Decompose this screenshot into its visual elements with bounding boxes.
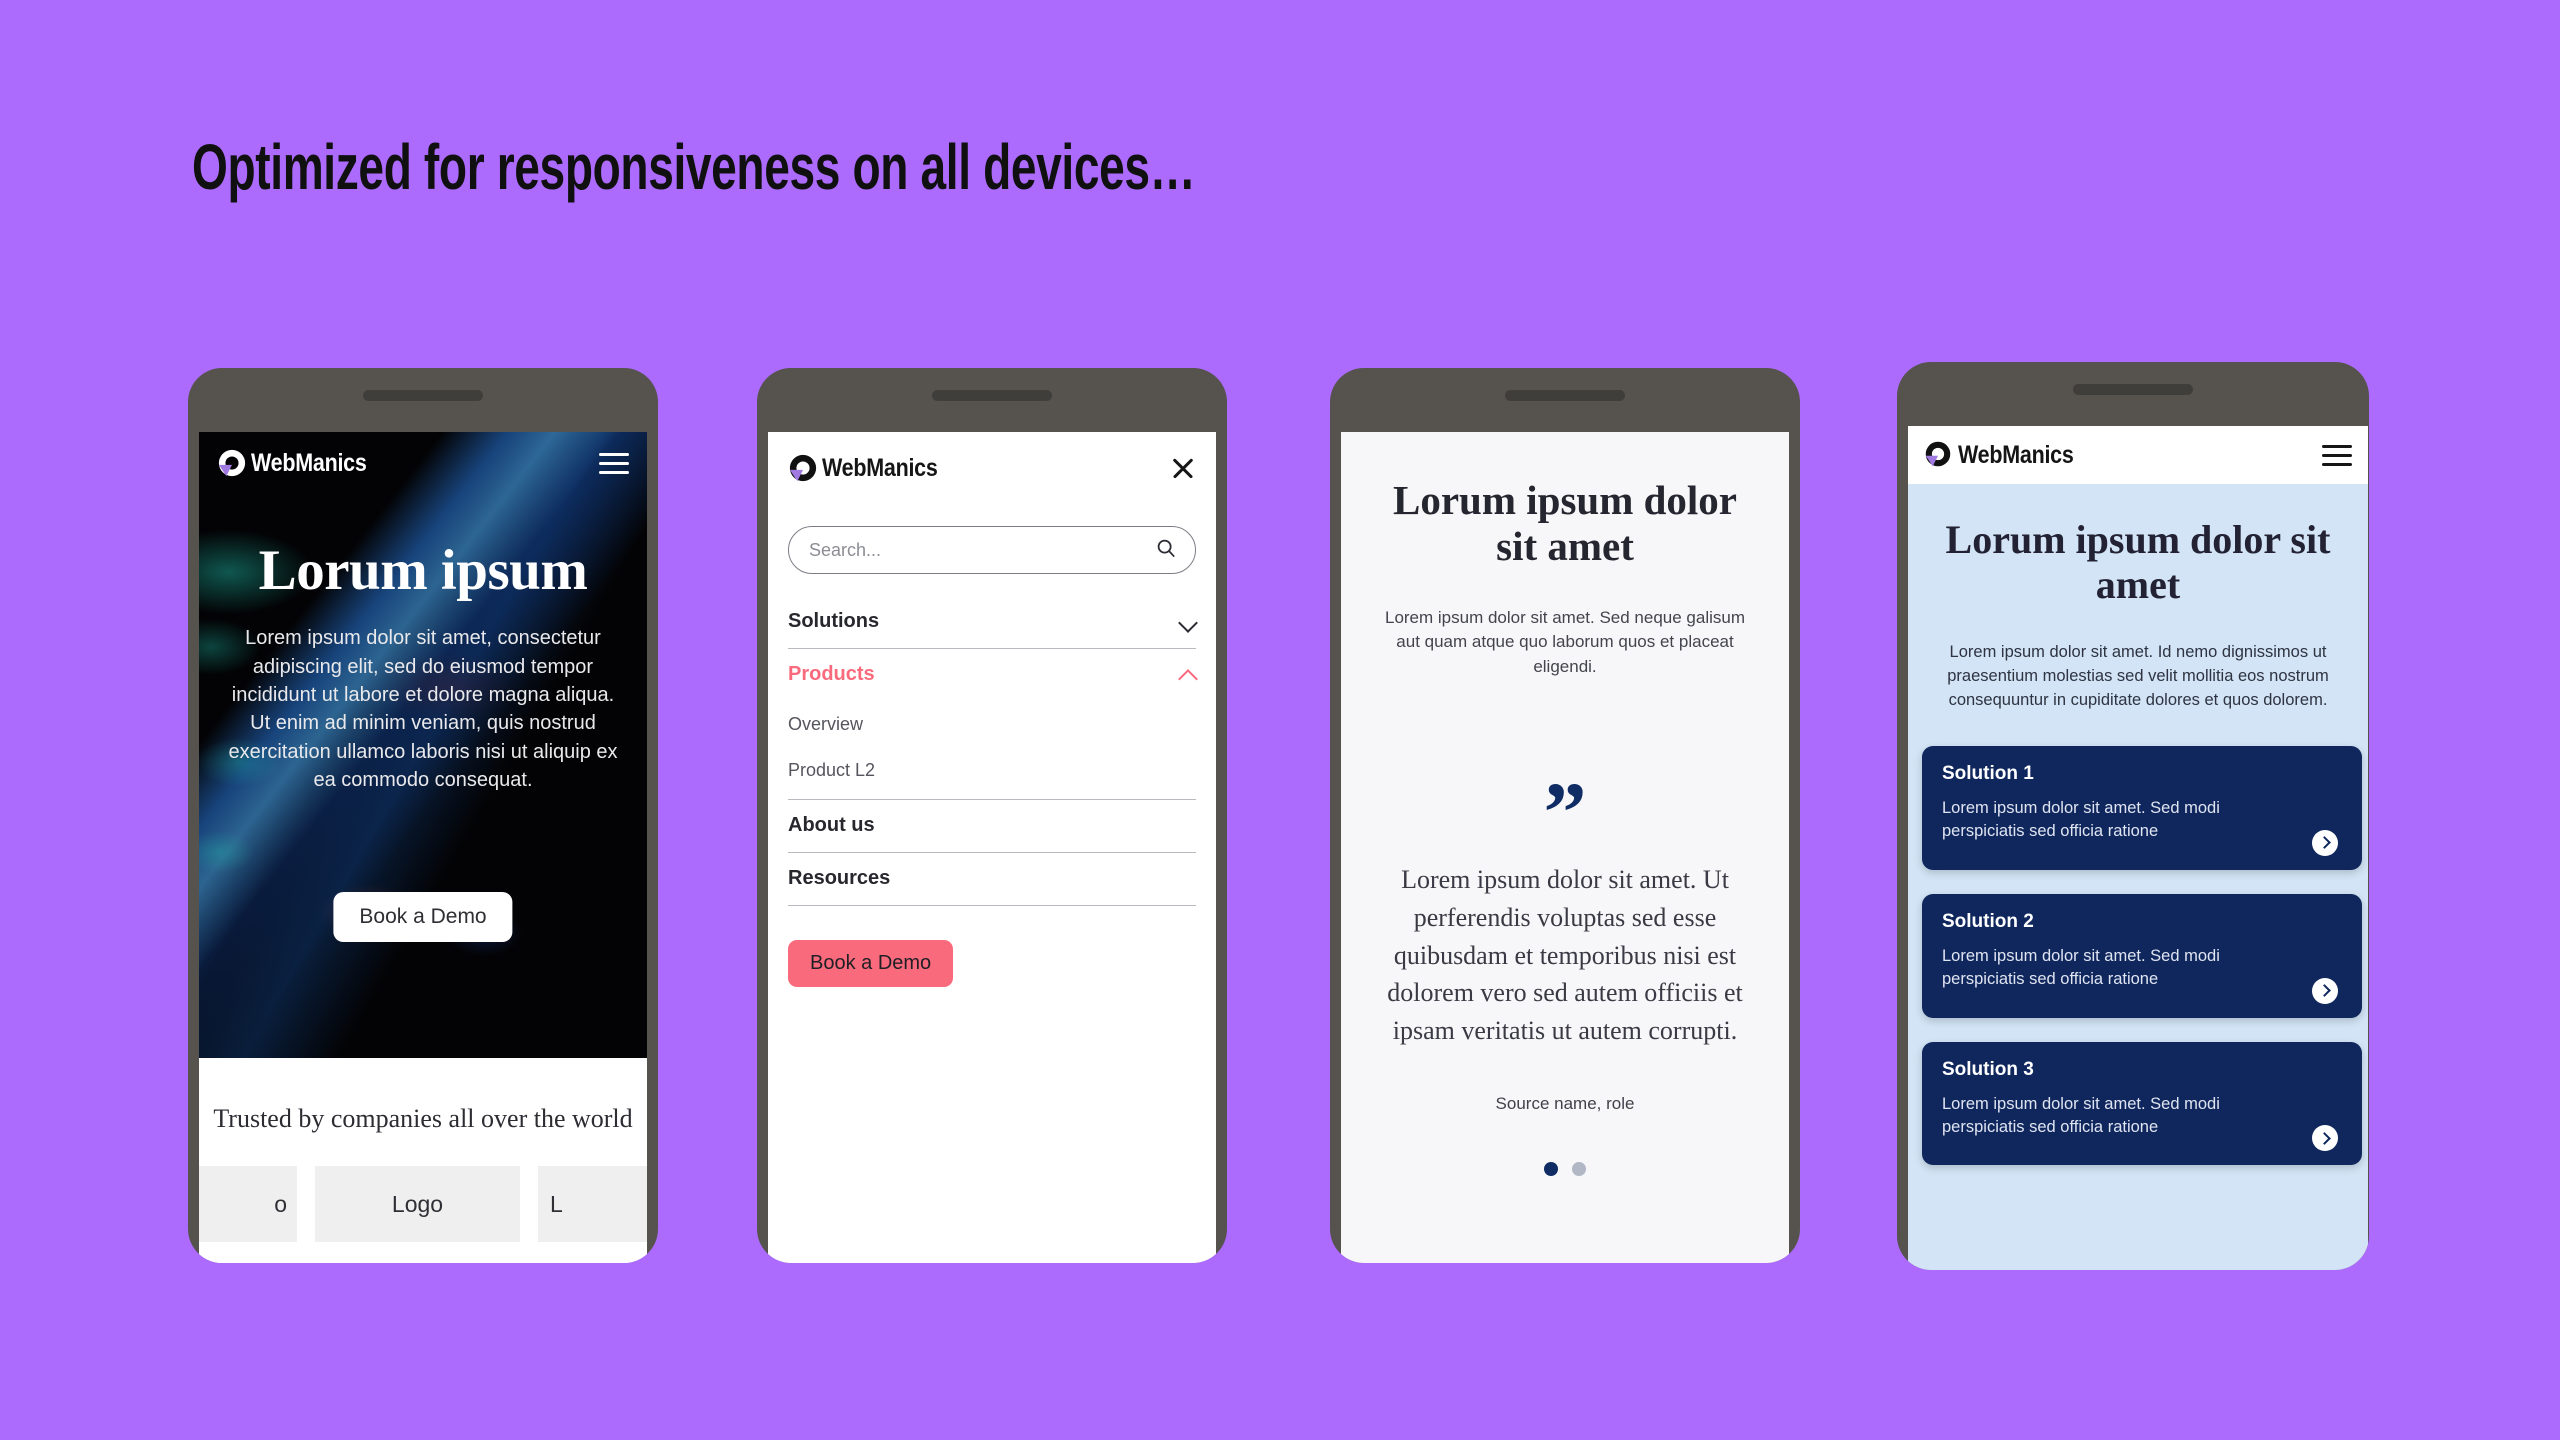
client-logo-chip: L xyxy=(538,1166,647,1242)
solution-card[interactable]: Solution 1 Lorem ipsum dolor sit amet. S… xyxy=(1922,745,2362,870)
carousel-dot[interactable] xyxy=(1572,1161,1586,1176)
solutions-heading: Lorum ipsum dolor sit amet xyxy=(1945,517,2331,607)
ring-arrow-logo-icon xyxy=(1924,440,1954,470)
phone-speaker-notch xyxy=(1505,390,1625,401)
phone-mockup-testimonial: Lorum ipsum dolor sit amet Lorem ipsum d… xyxy=(1330,368,1800,1263)
brand-name: WebManics xyxy=(822,453,938,482)
book-a-demo-button[interactable]: Book a Demo xyxy=(788,940,954,987)
solutions-navbar: WebManics xyxy=(1908,426,2368,484)
chevron-right-circle-icon[interactable] xyxy=(2312,829,2338,856)
brand-logo[interactable]: WebManics xyxy=(217,448,385,478)
menu-item-solutions[interactable]: Solutions xyxy=(788,596,1196,649)
phone4-screen: WebManics Lorum ipsum dolor sit amet Lor… xyxy=(1908,426,2368,1270)
chevron-up-icon[interactable] xyxy=(1179,666,1196,683)
client-logo-chip: o xyxy=(199,1166,297,1242)
search-icon[interactable] xyxy=(1155,537,1177,564)
hero-paragraph: Lorem ipsum dolor sit amet, consectetur … xyxy=(228,627,618,792)
phone-mockup-hero: WebManics Lorum ipsum Lorem ipsum dolor … xyxy=(188,368,658,1263)
menu-item-resources[interactable]: Resources xyxy=(788,853,1196,906)
trusted-by-title: Trusted by companies all over the world xyxy=(213,1104,633,1133)
hamburger-icon[interactable] xyxy=(599,452,629,474)
trusted-by-section: Trusted by companies all over the world … xyxy=(199,1058,647,1263)
solution-cards-list: Solution 1 Lorem ipsum dolor sit amet. S… xyxy=(1908,745,2368,1166)
testimonial-subheading: Lorem ipsum dolor sit amet. Sed neque ga… xyxy=(1384,607,1745,676)
phone-mockup-menu: WebManics Solutions xyxy=(757,368,1227,1263)
submenu-item-product-l2[interactable]: Product L2 xyxy=(788,747,1196,793)
solution-card-title: Solution 3 xyxy=(1942,1058,2034,1080)
mobile-menu-panel: WebManics Solutions xyxy=(768,432,1216,1263)
menu-item-label: Solutions xyxy=(788,610,880,632)
phone2-screen: WebManics Solutions xyxy=(768,432,1216,1263)
solution-card-text: Lorem ipsum dolor sit amet. Sed modi per… xyxy=(1942,946,2220,989)
menu-items-list: Solutions Products Overview Product L2 A… xyxy=(788,596,1196,906)
testimonial-section: Lorum ipsum dolor sit amet Lorem ipsum d… xyxy=(1341,432,1789,1263)
menu-item-label: Products xyxy=(788,663,875,685)
hamburger-icon[interactable] xyxy=(2322,444,2352,466)
book-a-demo-button[interactable]: Book a Demo xyxy=(333,892,513,942)
brand-name: WebManics xyxy=(251,448,367,477)
phone-speaker-notch xyxy=(2073,384,2193,395)
hero-heading: Lorum ipsum xyxy=(258,539,588,602)
solutions-paragraph: Lorem ipsum dolor sit amet. Id nemo dign… xyxy=(1947,642,2329,709)
quotation-mark-icon: ” xyxy=(1543,764,1587,861)
submenu-item-overview[interactable]: Overview xyxy=(788,701,1196,747)
solutions-content: Lorum ipsum dolor sit amet Lorem ipsum d… xyxy=(1908,484,2368,712)
chevron-right-circle-icon[interactable] xyxy=(2312,977,2338,1004)
solution-card-text: Lorem ipsum dolor sit amet. Sed modi per… xyxy=(1942,1094,2220,1136)
chevron-down-icon[interactable] xyxy=(1179,613,1196,630)
page-title: Optimized for responsiveness on all devi… xyxy=(192,131,1196,203)
products-submenu: Overview Product L2 xyxy=(788,701,1196,800)
ring-arrow-logo-icon xyxy=(217,448,247,478)
search-input[interactable] xyxy=(807,538,1155,562)
menu-item-label: Resources xyxy=(788,867,891,889)
brand-logo[interactable]: WebManics xyxy=(1924,440,2092,470)
solution-card[interactable]: Solution 3 Lorem ipsum dolor sit amet. S… xyxy=(1922,1041,2362,1166)
testimonial-quote: Lorem ipsum dolor sit amet. Ut perferend… xyxy=(1387,865,1743,1045)
menu-item-about-us[interactable]: About us xyxy=(788,800,1196,853)
menu-item-products[interactable]: Products xyxy=(788,649,1196,701)
hero-section: WebManics Lorum ipsum Lorem ipsum dolor … xyxy=(199,432,647,1058)
client-logo-row: o Logo L xyxy=(199,1166,647,1242)
solution-card-title: Solution 1 xyxy=(1942,762,2034,784)
solution-card-text: Lorem ipsum dolor sit amet. Sed modi per… xyxy=(1942,798,2220,841)
hero-navbar: WebManics xyxy=(199,432,647,494)
solution-card-title: Solution 2 xyxy=(1942,910,2034,932)
solutions-section: WebManics Lorum ipsum dolor sit amet Lor… xyxy=(1908,426,2368,1270)
close-icon[interactable] xyxy=(1170,455,1196,481)
client-logo-chip: Logo xyxy=(315,1166,520,1242)
solution-card[interactable]: Solution 2 Lorem ipsum dolor sit amet. S… xyxy=(1922,893,2362,1018)
brand-logo[interactable]: WebManics xyxy=(788,453,956,483)
testimonial-heading: Lorum ipsum dolor sit amet xyxy=(1393,477,1737,569)
hero-content: Lorum ipsum Lorem ipsum dolor sit amet, … xyxy=(199,539,647,794)
chevron-right-circle-icon[interactable] xyxy=(2312,1125,2338,1152)
phone1-screen: WebManics Lorum ipsum Lorem ipsum dolor … xyxy=(199,432,647,1263)
menu-navbar: WebManics xyxy=(788,432,1196,504)
menu-item-label: About us xyxy=(788,814,875,836)
phone-mockup-solutions: WebManics Lorum ipsum dolor sit amet Lor… xyxy=(1897,362,2369,1270)
brand-name: WebManics xyxy=(1958,440,2074,469)
phone3-screen: Lorum ipsum dolor sit amet Lorem ipsum d… xyxy=(1341,432,1789,1263)
phone-speaker-notch xyxy=(363,390,483,401)
ring-arrow-logo-icon xyxy=(788,453,818,483)
phone-speaker-notch xyxy=(932,390,1052,401)
carousel-dot-active[interactable] xyxy=(1544,1161,1558,1176)
carousel-dots xyxy=(1375,1161,1755,1176)
search-field[interactable] xyxy=(788,526,1196,574)
testimonial-source: Source name, role xyxy=(1495,1093,1635,1113)
